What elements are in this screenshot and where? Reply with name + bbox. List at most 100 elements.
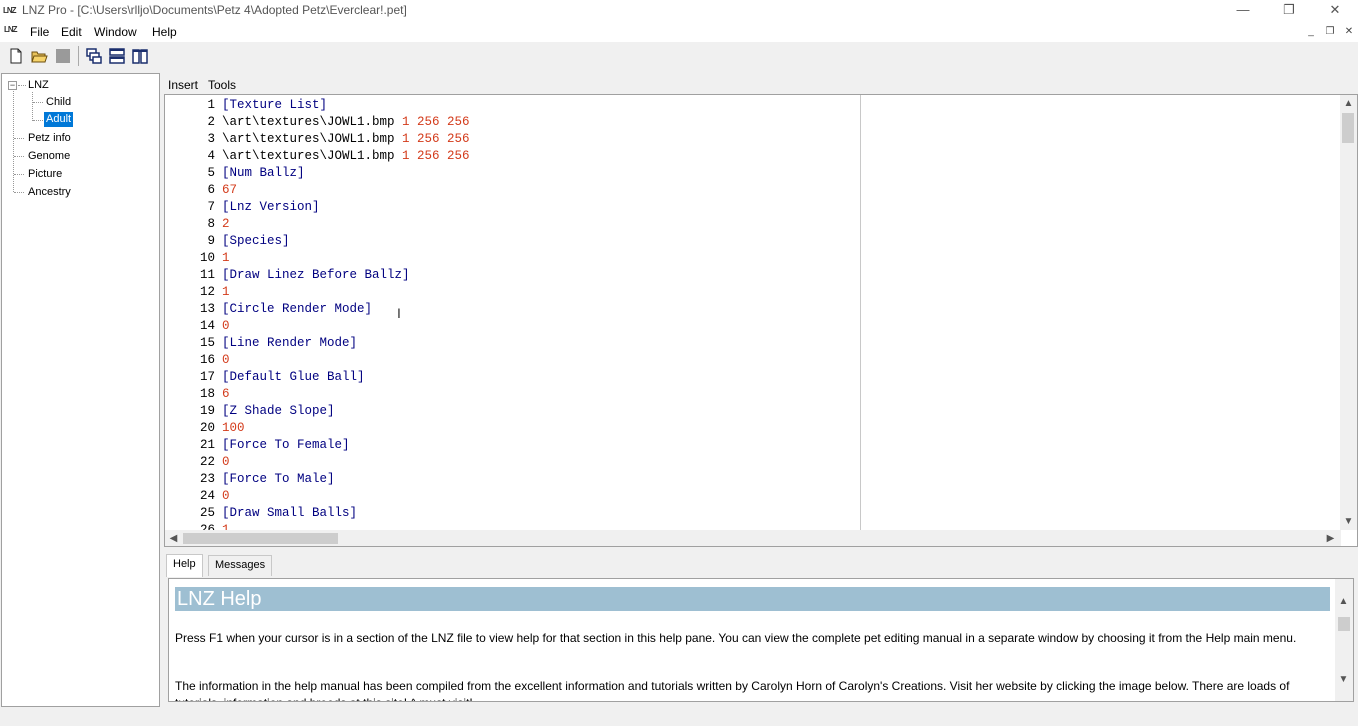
help-pane: LNZ Help Press F1 when your cursor is in… <box>168 578 1354 702</box>
menu-window[interactable]: Window <box>94 25 137 39</box>
toolbar-separator <box>78 46 79 66</box>
section-header: [Z Shade Slope] <box>222 404 335 418</box>
close-button[interactable]: ✕ <box>1312 0 1358 22</box>
line-number: 20 <box>199 421 215 435</box>
line-number: 22 <box>199 455 215 469</box>
line-number: 7 <box>207 200 215 214</box>
numeric-value: 2 <box>222 217 230 231</box>
line-number: 2 <box>207 115 215 129</box>
code-text: 67 <box>222 182 237 199</box>
line-number: 16 <box>199 353 215 367</box>
section-header: [Species] <box>222 234 290 248</box>
section-header: [Circle Render Mode] <box>222 302 373 316</box>
menu-tools[interactable]: Tools <box>208 78 236 92</box>
line-number: 11 <box>199 268 215 282</box>
tab-messages[interactable]: Messages <box>208 555 273 576</box>
document-close-button[interactable]: ✕ <box>1341 25 1357 39</box>
document-icon[interactable]: LNZ <box>4 25 18 34</box>
help-vertical-scrollbar[interactable]: ▲ ▼ <box>1335 579 1353 701</box>
section-header: [Force To Male] <box>222 472 335 486</box>
menu-help[interactable]: Help <box>152 25 177 39</box>
toolbar <box>0 42 1358 70</box>
scroll-right-icon[interactable]: ▶ <box>1322 530 1339 546</box>
line-number: 1 <box>207 98 215 112</box>
help-paragraph: The information in the help manual has b… <box>175 679 1290 701</box>
code-text: [Circle Render Mode] <box>222 301 372 318</box>
line-number: 18 <box>199 387 215 401</box>
editor-horizontal-scrollbar[interactable]: ◀ ▶ <box>165 530 1341 546</box>
code-text: [Texture List] <box>222 97 327 114</box>
line-number: 9 <box>207 234 215 248</box>
line-number: 5 <box>207 166 215 180</box>
code-text: [Force To Male] <box>222 471 335 488</box>
save-icon[interactable] <box>54 47 72 65</box>
edge-margin-line <box>860 95 861 530</box>
tree-item-child[interactable]: Child <box>44 95 73 110</box>
line-number: 17 <box>199 370 215 384</box>
scrollbar-thumb[interactable] <box>1342 113 1354 143</box>
tile-horizontal-icon[interactable] <box>108 47 126 65</box>
tree-item-genome[interactable]: Genome <box>26 149 72 164</box>
scroll-up-icon[interactable]: ▲ <box>1335 593 1352 610</box>
open-folder-icon[interactable] <box>30 47 48 65</box>
code-text: [Num Ballz] <box>222 165 305 182</box>
line-number: 14 <box>199 319 215 333</box>
section-header: [Num Ballz] <box>222 166 305 180</box>
numeric-value: 1 256 256 <box>402 149 470 163</box>
code-text: 0 <box>222 454 230 471</box>
tree-item-adult[interactable]: Adult <box>44 112 74 127</box>
code-text: [Default Glue Ball] <box>222 369 365 386</box>
path-text: \art\textures\JOWL1.bmp <box>222 115 403 129</box>
menu-file[interactable]: File <box>30 25 49 39</box>
cascade-icon[interactable] <box>85 47 103 65</box>
line-number: 12 <box>199 285 215 299</box>
tree-connector <box>14 156 24 157</box>
numeric-value: 1 256 256 <box>402 115 470 129</box>
scrollbar-thumb[interactable] <box>183 533 338 544</box>
document-minimize-button[interactable]: _ <box>1303 25 1319 39</box>
scroll-down-icon[interactable]: ▼ <box>1340 513 1357 530</box>
scroll-down-icon[interactable]: ▼ <box>1335 671 1352 688</box>
collapse-icon[interactable]: − <box>8 81 17 90</box>
code-text: [Draw Linez Before Ballz] <box>222 267 410 284</box>
line-number: 8 <box>207 217 215 231</box>
numeric-value: 67 <box>222 183 238 197</box>
code-text: [Draw Small Balls] <box>222 505 357 522</box>
line-number: 15 <box>199 336 215 350</box>
tab-help[interactable]: Help <box>166 554 203 577</box>
scroll-left-icon[interactable]: ◀ <box>165 530 182 546</box>
line-number: 4 <box>207 149 215 163</box>
line-number: 19 <box>199 404 215 418</box>
maximize-button[interactable]: ❐ <box>1266 0 1312 22</box>
help-title: LNZ Help <box>175 587 1330 611</box>
code-text: [Species] <box>222 233 290 250</box>
line-number: 23 <box>199 472 215 486</box>
menu-edit[interactable]: Edit <box>61 25 82 39</box>
new-file-icon[interactable] <box>7 47 25 65</box>
code-text: \art\textures\JOWL1.bmp 1 256 256 <box>222 131 470 148</box>
code-editor[interactable]: 1 [Texture List] 2 \art\textures\JOWL1.bmp … <box>164 94 1358 547</box>
editor-vertical-scrollbar[interactable]: ▲ ▼ <box>1340 95 1357 530</box>
document-restore-button[interactable]: ❐ <box>1322 25 1338 39</box>
app-icon: LNZ <box>3 6 17 15</box>
tree-item-ancestry[interactable]: Ancestry <box>26 185 73 200</box>
tree-item-lnz[interactable]: LNZ <box>26 78 51 93</box>
code-text: 100 <box>222 420 245 437</box>
code-text: 0 <box>222 318 230 335</box>
code-text: 2 <box>222 216 230 233</box>
tile-vertical-icon[interactable] <box>131 47 149 65</box>
minimize-button[interactable]: — <box>1220 0 1266 22</box>
code-text: 0 <box>222 488 230 505</box>
scrollbar-thumb[interactable] <box>1338 617 1350 631</box>
tree-item-petz-info[interactable]: Petz info <box>26 131 73 146</box>
scroll-up-icon[interactable]: ▲ <box>1340 95 1357 112</box>
numeric-value: 0 <box>222 489 230 503</box>
menu-insert[interactable]: Insert <box>168 78 198 92</box>
section-header: [Draw Linez Before Ballz] <box>222 268 410 282</box>
tree-connector <box>33 120 43 121</box>
tree-item-picture[interactable]: Picture <box>26 167 64 182</box>
title-bar: LNZ LNZ Pro - [C:\Users\rlljo\Documents\… <box>0 0 1358 22</box>
numeric-value: 0 <box>222 455 230 469</box>
tree-connector <box>14 174 24 175</box>
numeric-value: 6 <box>222 387 230 401</box>
